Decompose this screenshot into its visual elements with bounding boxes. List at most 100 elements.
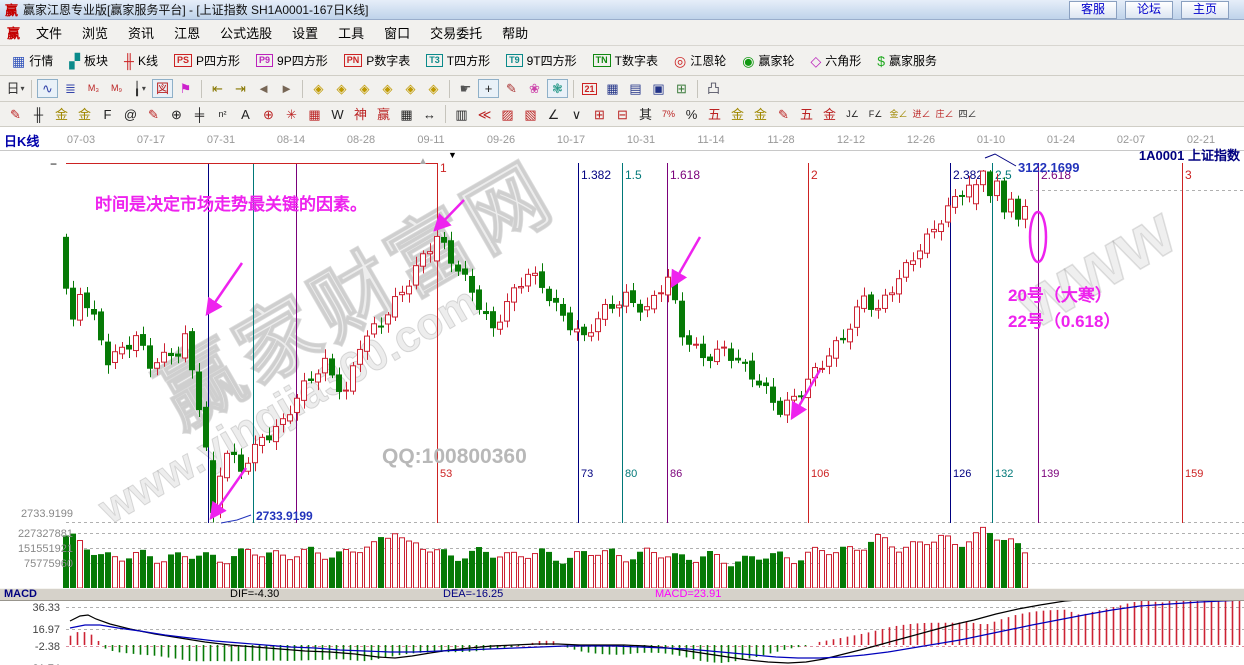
menu-item-文件[interactable]: 文件 bbox=[26, 21, 72, 44]
fibonacci-f-icon[interactable]: F bbox=[97, 105, 118, 124]
t9-square-button[interactable]: T99T四方形 bbox=[498, 52, 585, 69]
sectors-button[interactable]: ▞板块 bbox=[61, 52, 116, 69]
gold-line-icon[interactable]: 金 bbox=[750, 105, 771, 124]
menu-item-浏览[interactable]: 浏览 bbox=[72, 21, 118, 44]
info-document-icon[interactable]: ≣ bbox=[60, 79, 81, 98]
candle-style-dropdown[interactable]: 日▾ bbox=[5, 79, 26, 98]
diamond-compress-icon[interactable]: ◈ bbox=[377, 79, 398, 98]
n-square-icon[interactable]: n² bbox=[212, 105, 233, 124]
printer-icon[interactable]: 凸 bbox=[703, 79, 724, 98]
qi-tool-icon[interactable]: 其 bbox=[635, 105, 656, 124]
forum-button[interactable]: 论坛 bbox=[1125, 1, 1173, 19]
wu-a-icon[interactable]: 五 bbox=[796, 105, 817, 124]
seven-pct-icon[interactable]: 7% bbox=[658, 105, 679, 124]
p9-square-button[interactable]: P99P四方形 bbox=[248, 52, 336, 69]
flag-icon[interactable]: ⚑ bbox=[175, 79, 196, 98]
v-line-icon[interactable]: ∨ bbox=[566, 105, 587, 124]
zhuang-angle-icon[interactable]: 庄∠ bbox=[934, 105, 955, 124]
gann-leaf-icon[interactable]: ❃ bbox=[547, 79, 568, 98]
gold-ruler2-icon[interactable]: 金 bbox=[74, 105, 95, 124]
chart-m3-icon[interactable]: M₃ bbox=[83, 79, 104, 98]
winner-service-button[interactable]: $赢家服务 bbox=[869, 52, 945, 69]
chart-m9-icon[interactable]: M₉ bbox=[106, 79, 127, 98]
si-angle-icon[interactable]: 四∠ bbox=[957, 105, 978, 124]
first-page-icon[interactable]: ⇤ bbox=[207, 79, 228, 98]
angle-line-icon[interactable]: ∠ bbox=[543, 105, 564, 124]
wave-indicator-icon[interactable]: ∿ bbox=[37, 79, 58, 98]
web-grid-icon[interactable]: ▦ bbox=[304, 105, 325, 124]
pct-icon[interactable]: % bbox=[681, 105, 702, 124]
crosshair-tool-icon[interactable]: + bbox=[478, 79, 499, 98]
p-square-button[interactable]: PSP四方形 bbox=[166, 52, 248, 69]
square-ruler-icon[interactable]: ▥ bbox=[451, 105, 472, 124]
circle-cross-icon[interactable]: ⊕ bbox=[166, 105, 187, 124]
diamond-left-icon[interactable]: ◈ bbox=[308, 79, 329, 98]
angle-pen-icon[interactable]: ✎ bbox=[501, 79, 522, 98]
jin-angle-icon[interactable]: 进∠ bbox=[911, 105, 932, 124]
menu-item-帮助[interactable]: 帮助 bbox=[492, 21, 538, 44]
calculator-icon[interactable]: ▦ bbox=[602, 79, 623, 98]
gann-flower-icon[interactable]: ❀ bbox=[524, 79, 545, 98]
ying-tool-icon[interactable]: 赢 bbox=[373, 105, 394, 124]
t-number-table-button[interactable]: TNT数字表 bbox=[585, 52, 666, 69]
figure-tool-icon[interactable]: 図 bbox=[152, 79, 173, 98]
f-angle-icon[interactable]: F∠ bbox=[865, 105, 886, 124]
gold-red-icon[interactable]: 金 bbox=[819, 105, 840, 124]
menu-item-公式选股[interactable]: 公式选股 bbox=[210, 21, 282, 44]
chart-area[interactable]: 赢家财富网www.yingjia360.comwww日K线07-0307-170… bbox=[0, 127, 1244, 665]
gann-grid-line-icon[interactable]: ╫ bbox=[28, 105, 49, 124]
next-bar-icon[interactable]: ► bbox=[276, 79, 297, 98]
winner-wheel-button[interactable]: ◉赢家轮 bbox=[734, 52, 802, 69]
web-box-icon[interactable]: ▧ bbox=[520, 105, 541, 124]
candlestick-chart[interactable]: 赢家财富网www.yingjia360.comwww日K线07-0307-170… bbox=[0, 127, 1244, 665]
fan-box-icon[interactable]: ▨ bbox=[497, 105, 518, 124]
grid-123-icon[interactable]: ▦ bbox=[396, 105, 417, 124]
wu-pct-icon[interactable]: 五 bbox=[704, 105, 725, 124]
star-web-icon[interactable]: ✳ bbox=[281, 105, 302, 124]
price-grid2-icon[interactable]: ⊟ bbox=[612, 105, 633, 124]
save-icon[interactable]: ▣ bbox=[648, 79, 669, 98]
gann-fan-circle-icon[interactable]: ⊕ bbox=[258, 105, 279, 124]
menu-item-交易委托[interactable]: 交易委托 bbox=[420, 21, 492, 44]
diamond-up-icon[interactable]: ◈ bbox=[400, 79, 421, 98]
menu-item-窗口[interactable]: 窗口 bbox=[374, 21, 420, 44]
market-quotes-button[interactable]: ▦行情 bbox=[4, 52, 61, 69]
gold-angle-icon[interactable]: 金∠ bbox=[888, 105, 909, 124]
menu-item-工具[interactable]: 工具 bbox=[328, 21, 374, 44]
angle-a-icon[interactable]: A bbox=[235, 105, 256, 124]
j-angle-icon[interactable]: J∠ bbox=[842, 105, 863, 124]
homepage-button[interactable]: 主页 bbox=[1181, 1, 1229, 19]
diamond-right-icon[interactable]: ◈ bbox=[331, 79, 352, 98]
hand-tool-icon[interactable]: ☛ bbox=[455, 79, 476, 98]
p-number-table-button[interactable]: PNP数字表 bbox=[336, 52, 419, 69]
prev-bar-icon[interactable]: ◄ bbox=[253, 79, 274, 98]
kline-button[interactable]: ╫K线 bbox=[116, 52, 166, 69]
diamond-down-icon[interactable]: ◈ bbox=[423, 79, 444, 98]
menu-item-资讯[interactable]: 资讯 bbox=[118, 21, 164, 44]
calendar-icon[interactable]: 21 bbox=[579, 79, 600, 98]
menu-item-设置[interactable]: 设置 bbox=[282, 21, 328, 44]
diamond-expand-icon[interactable]: ◈ bbox=[354, 79, 375, 98]
hexagon-button[interactable]: ◇六角形 bbox=[802, 52, 869, 69]
t-square-button[interactable]: T3T四方形 bbox=[418, 52, 498, 69]
spiral-tool-icon[interactable]: @ bbox=[120, 105, 141, 124]
title-bar[interactable]: 赢 赢家江恩专业版[赢家服务平台] - [上证指数 SH1A0001-167日K… bbox=[0, 0, 1244, 20]
price-grid-icon[interactable]: ⊞ bbox=[589, 105, 610, 124]
shen-tool-icon[interactable]: 神 bbox=[350, 105, 371, 124]
macd-pane-divider[interactable]: MACDDIF=-4.30DEA=-16.25MACD=23.91 bbox=[0, 588, 1244, 601]
last-page-icon[interactable]: ⇥ bbox=[230, 79, 251, 98]
gold-circle-icon[interactable]: 金 bbox=[727, 105, 748, 124]
network-icon[interactable]: ⊞ bbox=[671, 79, 692, 98]
ruler-lines-icon[interactable]: ╪ bbox=[189, 105, 210, 124]
menu-item-江恩[interactable]: 江恩 bbox=[164, 21, 210, 44]
gold-ruler-icon[interactable]: 金 bbox=[51, 105, 72, 124]
brush-tool-icon[interactable]: ✎ bbox=[143, 105, 164, 124]
fan-lines-icon[interactable]: ≪ bbox=[474, 105, 495, 124]
span-arrow-icon[interactable]: ↔ bbox=[419, 105, 440, 124]
draw-pen-icon[interactable]: ✎ bbox=[5, 105, 26, 124]
wave-w-icon[interactable]: W bbox=[327, 105, 348, 124]
customer-service-button[interactable]: 客服 bbox=[1069, 1, 1117, 19]
pen2-icon[interactable]: ✎ bbox=[773, 105, 794, 124]
notes-icon[interactable]: ▤ bbox=[625, 79, 646, 98]
gann-wheel-button[interactable]: ◎江恩轮 bbox=[666, 52, 734, 69]
